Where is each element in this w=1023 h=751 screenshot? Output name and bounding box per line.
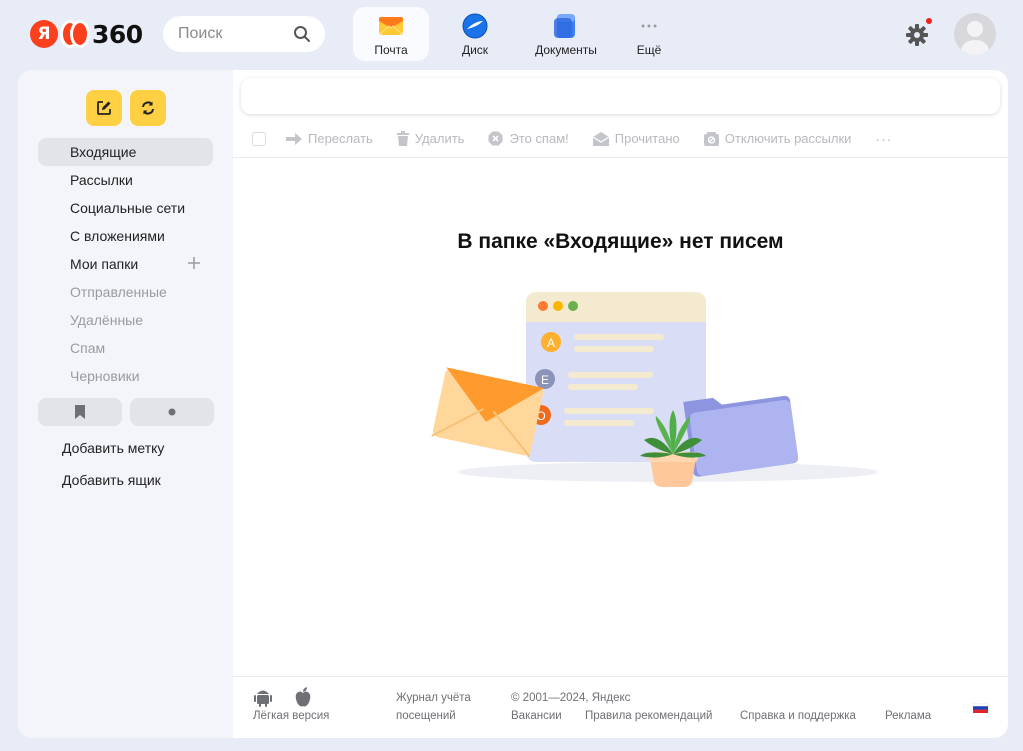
vacancies-link[interactable]: Вакансии bbox=[511, 710, 562, 722]
open-envelope-icon bbox=[592, 131, 609, 146]
empty-state-title: В папке «Входящие» нет писем bbox=[457, 230, 784, 253]
notification-dot bbox=[924, 16, 934, 26]
folder-spam[interactable]: Спам bbox=[38, 334, 213, 362]
app-mail-label: Почта bbox=[374, 43, 408, 57]
android-icon[interactable] bbox=[254, 687, 272, 707]
folder-social[interactable]: Социальные сети bbox=[38, 194, 213, 222]
important-filter-button[interactable] bbox=[38, 398, 122, 426]
unsubscribe-icon bbox=[703, 131, 719, 146]
folder-attachments[interactable]: С вложениями bbox=[38, 222, 213, 250]
logo-number: 360 bbox=[92, 19, 143, 49]
app-mail[interactable]: Почта bbox=[353, 7, 429, 61]
add-mailbox-link[interactable]: Добавить ящик bbox=[62, 472, 161, 488]
help-support-link[interactable]: Справка и поддержка bbox=[740, 710, 856, 722]
forward-icon bbox=[286, 132, 302, 145]
refresh-icon bbox=[142, 101, 154, 115]
logo-rings-icon bbox=[60, 20, 90, 48]
app-documents[interactable]: Документы bbox=[521, 7, 611, 61]
sidebar: Входящие Рассылки Социальные сети С влож… bbox=[18, 70, 233, 738]
trash-icon bbox=[396, 131, 409, 146]
unread-filter-button[interactable] bbox=[130, 398, 214, 426]
visit-log-link-line2[interactable]: посещений bbox=[396, 710, 456, 722]
folder-my-folders[interactable]: Мои папки bbox=[38, 250, 213, 278]
empty-inbox-illustration: А Е О bbox=[431, 292, 878, 487]
bookmark-icon bbox=[75, 405, 85, 419]
header: Я 360 Почта Диск bbox=[0, 0, 1023, 68]
forward-label: Переслать bbox=[308, 131, 373, 146]
recommendation-rules-link[interactable]: Правила рекомендаций bbox=[585, 710, 712, 722]
app-more[interactable]: Ещё bbox=[619, 7, 679, 61]
visit-log-link-line1[interactable]: Журнал учёта bbox=[396, 692, 471, 704]
apple-icon[interactable] bbox=[294, 687, 312, 707]
select-all-checkbox[interactable] bbox=[252, 131, 266, 146]
unsubscribe-button[interactable]: Отключить рассылки bbox=[703, 131, 852, 146]
gear-icon[interactable] bbox=[904, 22, 930, 48]
add-label-link[interactable]: Добавить метку bbox=[62, 440, 164, 456]
toolbar-more-button[interactable]: ··· bbox=[875, 131, 892, 147]
folder-newsletters[interactable]: Рассылки bbox=[38, 166, 213, 194]
mark-read-button[interactable]: Прочитано bbox=[592, 131, 680, 146]
documents-icon bbox=[554, 14, 575, 38]
logo-letter: Я bbox=[30, 20, 58, 48]
footer: Лёгкая версия Журнал учёта посещений © 2… bbox=[233, 676, 1008, 738]
unsubscribe-label: Отключить рассылки bbox=[724, 131, 852, 146]
folder-deleted[interactable]: Удалённые bbox=[38, 306, 213, 334]
forward-button[interactable]: Переслать bbox=[286, 131, 373, 146]
copyright: © 2001—2024, Яндекс bbox=[511, 692, 631, 704]
advertising-link[interactable]: Реклама bbox=[885, 710, 931, 722]
folder-my-folders-label: Мои папки bbox=[70, 256, 139, 272]
delete-label: Удалить bbox=[414, 131, 465, 146]
compose-icon bbox=[97, 101, 111, 115]
message-toolbar: Переслать Удалить Это спам! Прочитано От… bbox=[233, 120, 1008, 158]
search-box[interactable] bbox=[163, 16, 325, 52]
app-documents-label: Документы bbox=[535, 43, 597, 57]
compose-button[interactable] bbox=[86, 90, 122, 126]
label-filters bbox=[38, 398, 222, 426]
spam-label: Это спам! bbox=[509, 131, 569, 146]
unread-dot-icon bbox=[168, 408, 176, 416]
russian-flag-icon[interactable] bbox=[973, 703, 988, 713]
folder-drafts[interactable]: Черновики bbox=[38, 362, 213, 390]
app-more-label: Ещё bbox=[636, 43, 662, 57]
search-input[interactable] bbox=[178, 25, 288, 43]
yandex-360-logo[interactable]: Я 360 bbox=[30, 19, 143, 49]
folder-inbox[interactable]: Входящие bbox=[38, 138, 213, 166]
light-version-link[interactable]: Лёгкая версия bbox=[253, 710, 329, 722]
services-bar: Почта Диск Документы Ещё bbox=[353, 7, 687, 61]
illus-letter-a: А bbox=[547, 336, 555, 350]
folder-list: Входящие Рассылки Социальные сети С влож… bbox=[38, 138, 213, 390]
app-disk-label: Диск bbox=[461, 43, 489, 57]
delete-button[interactable]: Удалить bbox=[396, 131, 465, 146]
folder-sent[interactable]: Отправленные bbox=[38, 278, 213, 306]
mark-read-label: Прочитано bbox=[614, 131, 680, 146]
mail-icon bbox=[378, 17, 404, 36]
top-panel bbox=[241, 78, 1000, 114]
user-icon bbox=[960, 21, 990, 55]
message-area: Переслать Удалить Это спам! Прочитано От… bbox=[233, 70, 1008, 738]
spam-button[interactable]: Это спам! bbox=[488, 131, 569, 146]
illus-letter-e: Е bbox=[541, 373, 549, 387]
avatar[interactable] bbox=[954, 13, 996, 55]
add-folder-icon[interactable] bbox=[187, 256, 201, 270]
search-icon[interactable] bbox=[293, 25, 311, 43]
disk-icon bbox=[462, 13, 488, 39]
more-icon bbox=[641, 24, 657, 28]
refresh-button[interactable] bbox=[130, 90, 166, 126]
mail-panel: Входящие Рассылки Социальные сети С влож… bbox=[18, 70, 1008, 738]
app-disk[interactable]: Диск bbox=[437, 7, 513, 61]
spam-icon bbox=[488, 131, 503, 146]
